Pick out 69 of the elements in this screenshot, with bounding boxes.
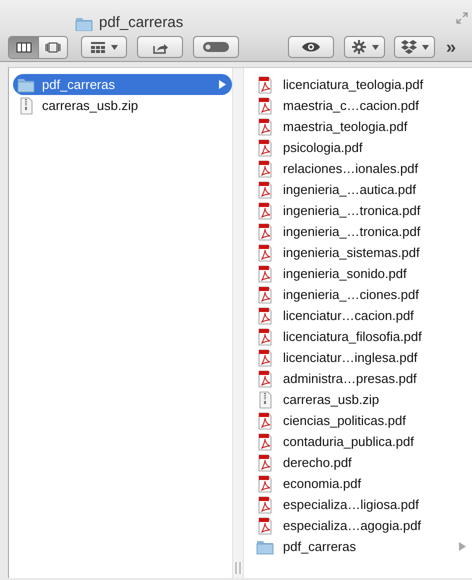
file-item[interactable]: psicologia.pdf [252, 137, 472, 158]
pdf-file-icon [256, 496, 274, 514]
dropbox-button[interactable] [394, 36, 435, 58]
file-item[interactable]: carreras_usb.zip [13, 95, 232, 116]
pdf-file-icon [256, 454, 274, 472]
pdf-file-icon [256, 474, 274, 492]
share-button[interactable] [137, 36, 183, 58]
file-item[interactable]: economia.pdf [252, 473, 472, 494]
file-item[interactable]: ciencias_politicas.pdf [252, 410, 472, 431]
pdf-file-icon [256, 328, 274, 346]
coverflow-view-icon [45, 40, 61, 54]
action-button[interactable] [344, 36, 385, 58]
view-mode-button[interactable] [9, 36, 38, 58]
pdf-file-icon [256, 286, 274, 304]
file-item[interactable]: licenciatur…cacion.pdf [252, 305, 472, 326]
file-item[interactable]: carreras_usb.zip [252, 389, 472, 410]
disclosure-triangle-icon [459, 542, 466, 551]
pdf-file-icon [256, 96, 274, 114]
pdf-file-icon [256, 138, 274, 156]
caret-icon [111, 44, 118, 50]
file-item[interactable]: derecho.pdf [252, 452, 472, 473]
disclosure-triangle-icon [219, 80, 226, 89]
file-item[interactable]: relaciones…ionales.pdf [252, 158, 472, 179]
file-item[interactable]: ingenieria_sonido.pdf [252, 263, 472, 284]
pdf-file-icon [256, 222, 274, 240]
file-item[interactable]: maestria_c…cacion.pdf [252, 95, 472, 116]
caret-icon [372, 44, 378, 50]
box-stack-icon [400, 39, 416, 55]
file-item[interactable]: ingenieria_sistemas.pdf [252, 242, 472, 263]
pdf-file-icon [256, 244, 274, 262]
file-item[interactable]: pdf_carreras [252, 536, 472, 557]
file-item[interactable]: especializa…agogia.pdf [252, 515, 472, 536]
caret-icon [422, 44, 428, 50]
file-item[interactable]: ingenieria_…autica.pdf [252, 179, 472, 200]
grid-icon [90, 40, 106, 54]
view-mode-button[interactable] [38, 36, 67, 58]
quicklook-button[interactable] [288, 36, 334, 58]
pdf-file-icon [256, 202, 274, 220]
file-item[interactable]: maestria_teologia.pdf [252, 116, 472, 137]
window-title: pdf_carreras [99, 14, 184, 31]
arrange-button[interactable] [81, 36, 127, 58]
columns-view-icon [16, 40, 32, 54]
file-item[interactable]: contaduria_publica.pdf [252, 431, 472, 452]
gear-icon [350, 39, 366, 55]
pdf-file-icon [256, 516, 274, 534]
file-item[interactable]: administra…presas.pdf [252, 368, 472, 389]
pdf-file-icon [256, 118, 274, 136]
file-item[interactable]: ingenieria_…ciones.pdf [252, 284, 472, 305]
pdf-file-icon [256, 348, 274, 366]
pdf-file-icon [256, 180, 274, 198]
resize-handle-icon[interactable] [235, 562, 241, 574]
pdf-file-icon [256, 412, 274, 430]
file-item[interactable]: pdf_carreras [13, 74, 232, 95]
file-item[interactable]: licenciatura_teologia.pdf [252, 74, 472, 95]
pdf-file-icon [256, 160, 274, 178]
pdf-file-icon [256, 76, 274, 94]
file-item[interactable]: especializa…ligiosa.pdf [252, 494, 472, 515]
pdf-file-icon [256, 432, 274, 450]
toggle-button[interactable] [193, 36, 239, 58]
toggle-icon [202, 41, 230, 53]
pdf-file-icon [256, 370, 274, 388]
file-item[interactable]: licenciatura_filosofia.pdf [252, 326, 472, 347]
eye-icon [301, 40, 321, 54]
pdf-file-icon [256, 264, 274, 282]
file-item[interactable]: licenciatur…inglesa.pdf [252, 347, 472, 368]
file-item[interactable]: ingenieria_…tronica.pdf [252, 221, 472, 242]
file-item[interactable]: ingenieria_…tronica.pdf [252, 200, 472, 221]
more-button[interactable]: » [444, 38, 458, 56]
pdf-file-icon [256, 306, 274, 324]
